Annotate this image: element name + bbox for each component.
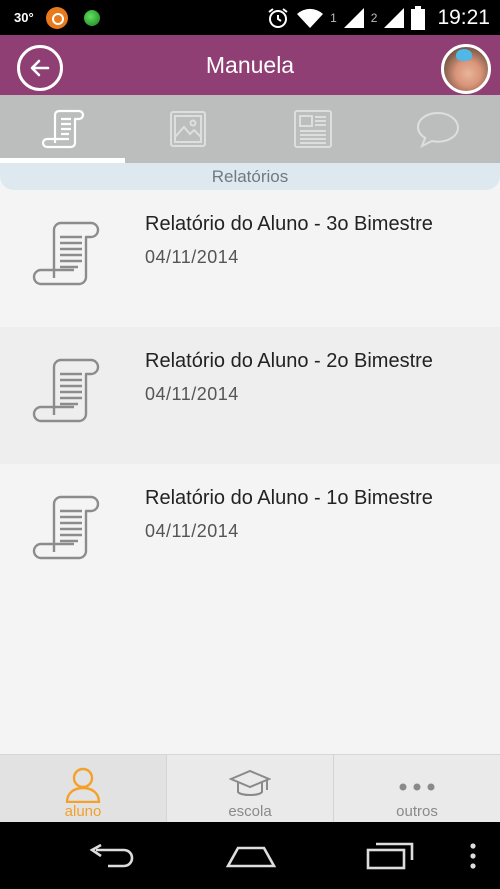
tab-fotos[interactable] [125,95,250,163]
section-title: Relatórios [0,163,500,190]
battery-icon [411,6,426,30]
student-avatar[interactable] [441,44,491,94]
system-menu-icon[interactable] [468,842,478,872]
report-title: Relatório do Aluno - 2o Bimestre [145,350,433,372]
green-dot-notification-icon [84,10,100,26]
report-item[interactable]: Relatório do Aluno - 2o Bimestre 04/11/2… [0,327,500,464]
image-icon [169,111,206,147]
speech-bubble-icon [416,111,459,149]
report-date: 04/11/2014 [145,384,239,404]
nav-aluno[interactable]: aluno [0,755,166,822]
system-home-icon[interactable] [224,842,278,872]
report-title: Relatório do Aluno - 3o Bimestre [145,213,433,235]
system-navigation-bar [0,822,500,889]
bottom-navigation: aluno escola outros [0,754,500,822]
tab-noticias[interactable] [250,95,375,163]
report-list: Relatório do Aluno - 3o Bimestre 04/11/2… [0,190,500,601]
sim1-label: 1 [330,11,337,25]
alarm-icon [268,8,288,28]
page-title: Manuela [205,52,295,78]
status-bar: 30° 1 2 19:21 [0,0,500,35]
tab-bar [0,95,500,163]
scroll-icon [32,221,100,286]
report-item[interactable]: Relatório do Aluno - 1o Bimestre 04/11/2… [0,464,500,601]
signal-icon-1 [343,8,364,28]
system-recents-icon[interactable] [364,840,416,872]
system-back-icon[interactable] [86,844,136,870]
scroll-icon [41,109,84,149]
nav-aluno-label: aluno [64,803,102,820]
report-date: 04/11/2014 [145,247,239,267]
nav-outros[interactable]: outros [333,755,500,822]
signal-icon-2 [384,8,405,28]
person-icon [65,767,101,803]
report-date: 04/11/2014 [145,521,239,541]
clock-text: 19:21 [437,6,490,29]
nav-escola-label: escola [228,803,272,820]
nav-escola[interactable]: escola [166,755,333,822]
report-title: Relatório do Aluno - 1o Bimestre [145,487,433,509]
app-header: Manuela [0,35,500,95]
tab-mensagens[interactable] [375,95,500,163]
wifi-icon [297,8,324,28]
report-item[interactable]: Relatório do Aluno - 3o Bimestre 04/11/2… [0,190,500,327]
sim2-label: 2 [370,11,378,25]
more-dots-icon [399,783,435,791]
tab-relatorios[interactable] [0,95,125,163]
scroll-icon [32,495,100,560]
app-notification-icon [46,7,68,29]
newspaper-icon [293,110,332,148]
scroll-icon [32,358,100,423]
nav-outros-label: outros [396,803,438,820]
graduation-cap-icon [229,769,271,796]
temperature-text: 30° [14,10,34,25]
